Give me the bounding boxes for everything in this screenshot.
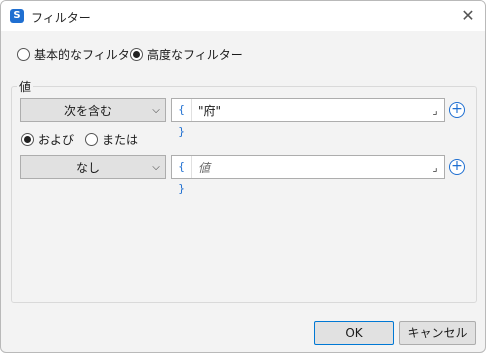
value-text-2: 値 [198,160,211,175]
chevron-down-icon: ⌵ [152,161,160,173]
operator-dropdown-2[interactable]: なし ⌵ [20,155,166,179]
chevron-down-icon: ⌵ [152,104,160,116]
ok-button[interactable]: OK [314,321,394,345]
filter-dialog: S フィルター ✕ 基本的なフィルター 高度なフィルター 値 次を含む ⌵ { … [0,0,486,353]
or-radio[interactable]: または [85,131,138,148]
close-icon: ✕ [461,6,475,25]
close-button[interactable]: ✕ [457,5,479,27]
and-label: および [38,133,75,147]
advanced-filter-radio[interactable]: 高度なフィルター [130,46,243,63]
expression-braces-icon[interactable]: { } [172,99,192,138]
basic-filter-radio[interactable]: 基本的なフィルター [17,46,142,63]
radio-and-indicator [21,133,34,146]
expand-icon[interactable]: ⌟ [426,104,444,117]
radio-or-indicator [85,133,98,146]
add-condition-button-1[interactable]: + [449,102,465,118]
title-bar: S フィルター ✕ [1,1,485,31]
value-text-1: "府" [198,103,222,118]
value-expression-field-2[interactable]: { } 値 ⌟ [171,155,445,195]
and-radio[interactable]: および [21,131,74,148]
operator-value-2: なし [75,160,100,175]
expression-braces-icon[interactable]: { } [172,156,192,195]
advanced-filter-label: 高度なフィルター [147,48,243,62]
plus-icon: + [451,158,463,174]
plus-icon: + [451,101,463,117]
radio-advanced-indicator [130,48,143,61]
add-condition-button-2[interactable]: + [449,159,465,175]
or-label: または [102,133,139,147]
value-group-label: 値 [17,78,34,95]
basic-filter-label: 基本的なフィルター [34,48,142,62]
expand-icon[interactable]: ⌟ [426,161,444,174]
operator-value-1: 次を含む [63,103,112,118]
window-title: フィルター [31,11,91,25]
app-logo-icon: S [10,9,24,23]
operator-dropdown-1[interactable]: 次を含む ⌵ [20,98,166,122]
value-expression-field-1[interactable]: { } "府" ⌟ [171,98,445,138]
cancel-button[interactable]: キャンセル [399,321,476,345]
radio-basic-indicator [17,48,30,61]
